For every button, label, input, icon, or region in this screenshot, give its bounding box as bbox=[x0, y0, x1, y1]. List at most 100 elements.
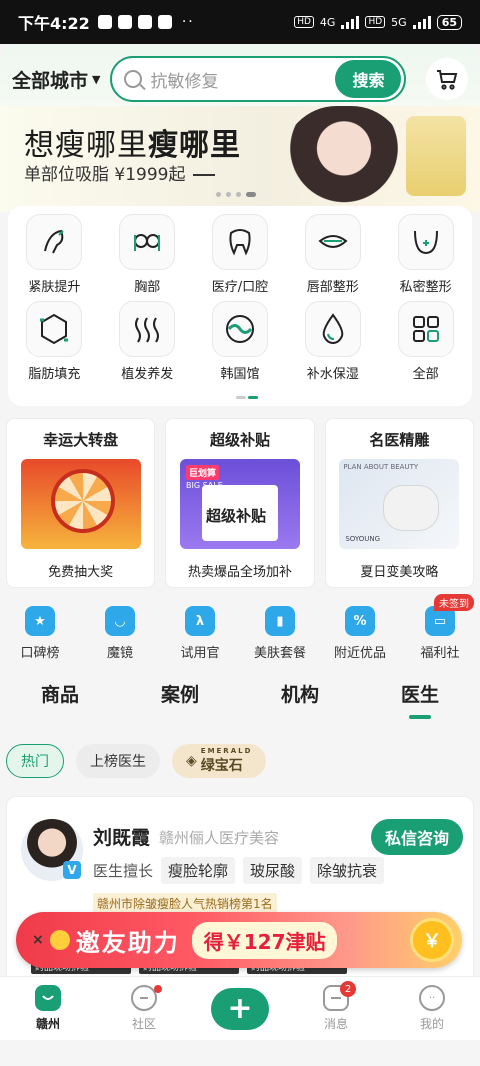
banner-pager bbox=[216, 192, 256, 197]
promo-banner[interactable]: 想瘦哪里瘦哪里 单部位吸脂 ¥1999起 bbox=[0, 106, 480, 212]
shortcut-label: 魔镜 bbox=[106, 646, 133, 661]
search-icon bbox=[124, 70, 143, 88]
consult-button[interactable]: 私信咨询 bbox=[370, 819, 463, 855]
signal-icon bbox=[341, 15, 360, 29]
mute-icon bbox=[97, 15, 112, 29]
signal-icon bbox=[412, 15, 431, 29]
category-item[interactable]: 脂肪填充 bbox=[8, 301, 101, 382]
nav-profile[interactable]: ·· 我的 bbox=[384, 985, 480, 1032]
profile-icon: ·· bbox=[419, 985, 445, 1011]
promo-cards: 幸运大转盘 免费抽大奖 超级补贴 巨划算 BIG SALE 超级补贴 热卖爆品全… bbox=[6, 418, 474, 588]
tab-label: 商品 bbox=[40, 684, 79, 706]
category-item[interactable]: 医疗/口腔 bbox=[194, 214, 287, 295]
skill-tag: 瘦脸轮廓 bbox=[161, 857, 236, 884]
invite-text: 邀友助力 bbox=[75, 928, 180, 957]
tab-item[interactable]: 医生 bbox=[360, 680, 480, 726]
tab-item[interactable]: 机构 bbox=[240, 680, 360, 726]
sign-in-badge: 未签到 bbox=[434, 594, 474, 611]
nav-home[interactable]: 赣州 bbox=[0, 985, 96, 1032]
shortcut-item[interactable]: ◡ 魔镜 bbox=[80, 600, 160, 666]
doctor-name: 刘既霞 bbox=[93, 827, 151, 849]
nav-publish[interactable]: + bbox=[192, 987, 288, 1030]
shortcut-item[interactable]: % 附近优品 bbox=[320, 600, 400, 666]
category-label: 私密整形 bbox=[399, 280, 452, 295]
lips-icon bbox=[304, 214, 361, 270]
promo-desc: 热卖爆品全场加补 bbox=[187, 565, 292, 580]
chip-emerald[interactable]: ◈ EMERALD 绿宝石 bbox=[172, 744, 267, 778]
category-item[interactable]: 补水保湿 bbox=[286, 301, 379, 382]
package-icon: ▮ bbox=[265, 606, 295, 636]
category-item[interactable]: 私密整形 bbox=[379, 214, 472, 295]
nav-messages[interactable]: 2 消息 bbox=[288, 981, 384, 1032]
shortcut-label: 附近优品 bbox=[333, 646, 386, 661]
app-notification-icon bbox=[157, 15, 172, 29]
shortcut-item[interactable]: ▮ 美肤套餐 bbox=[240, 600, 320, 666]
notification-icons bbox=[97, 15, 172, 29]
subsidy-image: 巨划算 BIG SALE 超级补贴 bbox=[179, 459, 300, 549]
network-type: 4G bbox=[319, 15, 336, 29]
invite-banner[interactable]: × 邀友助力 得￥127津贴 ￥ bbox=[16, 912, 462, 968]
hd-icon: HD bbox=[294, 16, 314, 28]
content-tabs: 商品 案例 机构 医生 bbox=[0, 680, 480, 726]
alarm-icon bbox=[117, 15, 132, 29]
category-item[interactable]: 唇部整形 bbox=[286, 214, 379, 295]
skills-label: 医生擅长 bbox=[93, 862, 154, 880]
tooth-icon bbox=[211, 214, 268, 270]
shortcut-label: 福利社 bbox=[420, 646, 460, 661]
face-lift-icon bbox=[26, 214, 83, 270]
filter-chips: 热门 上榜医生 ◈ EMERALD 绿宝石 bbox=[6, 744, 267, 778]
category-item[interactable]: 全部 bbox=[379, 301, 472, 382]
category-item[interactable]: 韩国馆 bbox=[194, 301, 287, 382]
tab-label: 机构 bbox=[280, 684, 319, 706]
battery-icon: 65 bbox=[436, 14, 462, 30]
chest-icon bbox=[119, 214, 176, 270]
shortcut-label: 试用官 bbox=[180, 646, 220, 661]
nav-label: 社区 bbox=[131, 1017, 156, 1031]
shortcut-item[interactable]: λ 试用官 bbox=[160, 600, 240, 666]
hd-icon: HD bbox=[365, 16, 386, 28]
chip-ranked-doctors[interactable]: 上榜医生 bbox=[76, 744, 160, 778]
emerald-icon: ◈ bbox=[186, 753, 197, 769]
category-item[interactable]: 紧肤提升 bbox=[8, 214, 101, 295]
chip-hot[interactable]: 热门 bbox=[6, 744, 64, 778]
search-placeholder: 抗敏修复 bbox=[150, 71, 219, 92]
arrow-right-icon bbox=[193, 174, 216, 176]
tab-item[interactable]: 商品 bbox=[0, 680, 120, 726]
category-item[interactable]: 胸部 bbox=[101, 214, 194, 295]
promo-title: 名医精雕 bbox=[369, 431, 430, 449]
tab-label: 医生 bbox=[400, 684, 439, 706]
bottom-navigation: 赣州 社区 + 2 消息 ·· 我的 bbox=[0, 976, 480, 1040]
nav-community[interactable]: 社区 bbox=[96, 985, 192, 1032]
doctor-institution: 赣州俪人医疗美容 bbox=[159, 829, 280, 847]
cart-button[interactable] bbox=[426, 58, 468, 100]
category-label: 全部 bbox=[412, 367, 439, 382]
tab-underline bbox=[409, 715, 431, 719]
promo-title: 超级补贴 bbox=[209, 431, 270, 449]
nearby-icon: % bbox=[345, 606, 375, 636]
category-label: 植发养发 bbox=[121, 367, 174, 382]
nav-label: 我的 bbox=[419, 1017, 444, 1031]
tab-item[interactable]: 案例 bbox=[120, 680, 240, 726]
promo-card-subsidy[interactable]: 超级补贴 巨划算 BIG SALE 超级补贴 热卖爆品全场加补 bbox=[165, 418, 315, 588]
promo-card-wheel[interactable]: 幸运大转盘 免费抽大奖 bbox=[6, 418, 156, 588]
water-drop-icon bbox=[304, 301, 361, 357]
city-label: 全部城市 bbox=[12, 69, 89, 92]
category-pager bbox=[236, 396, 258, 399]
korea-icon bbox=[211, 301, 268, 357]
city-selector[interactable]: 全部城市 ▼ bbox=[12, 66, 100, 93]
shortcut-item[interactable]: ★ 口碑榜 bbox=[0, 600, 80, 666]
close-icon[interactable]: × bbox=[32, 932, 44, 948]
promo-desc: 夏日变美攻略 bbox=[360, 565, 439, 580]
category-grid: 紧肤提升 胸部 医疗/口腔 唇部整形 私密整形脂肪填充 植发养发 韩国馆 补水保湿 全部 bbox=[8, 206, 472, 406]
search-input[interactable]: 抗敏修复 搜索 bbox=[110, 56, 407, 102]
plus-icon: + bbox=[211, 987, 269, 1030]
unread-dot bbox=[154, 985, 162, 993]
category-item[interactable]: 植发养发 bbox=[101, 301, 194, 382]
promo-card-famous-doctor[interactable]: 名医精雕 PLAN ABOUT BEAUTY SOYOUNG 夏日变美攻略 bbox=[324, 418, 474, 588]
system-home-area bbox=[0, 1040, 480, 1066]
verified-icon: V bbox=[63, 861, 81, 879]
shortcut-item[interactable]: ▭ 福利社 未签到 bbox=[400, 594, 480, 666]
category-label: 医疗/口腔 bbox=[211, 280, 269, 295]
search-button[interactable]: 搜索 bbox=[335, 60, 402, 98]
banner-product-image bbox=[406, 116, 466, 196]
